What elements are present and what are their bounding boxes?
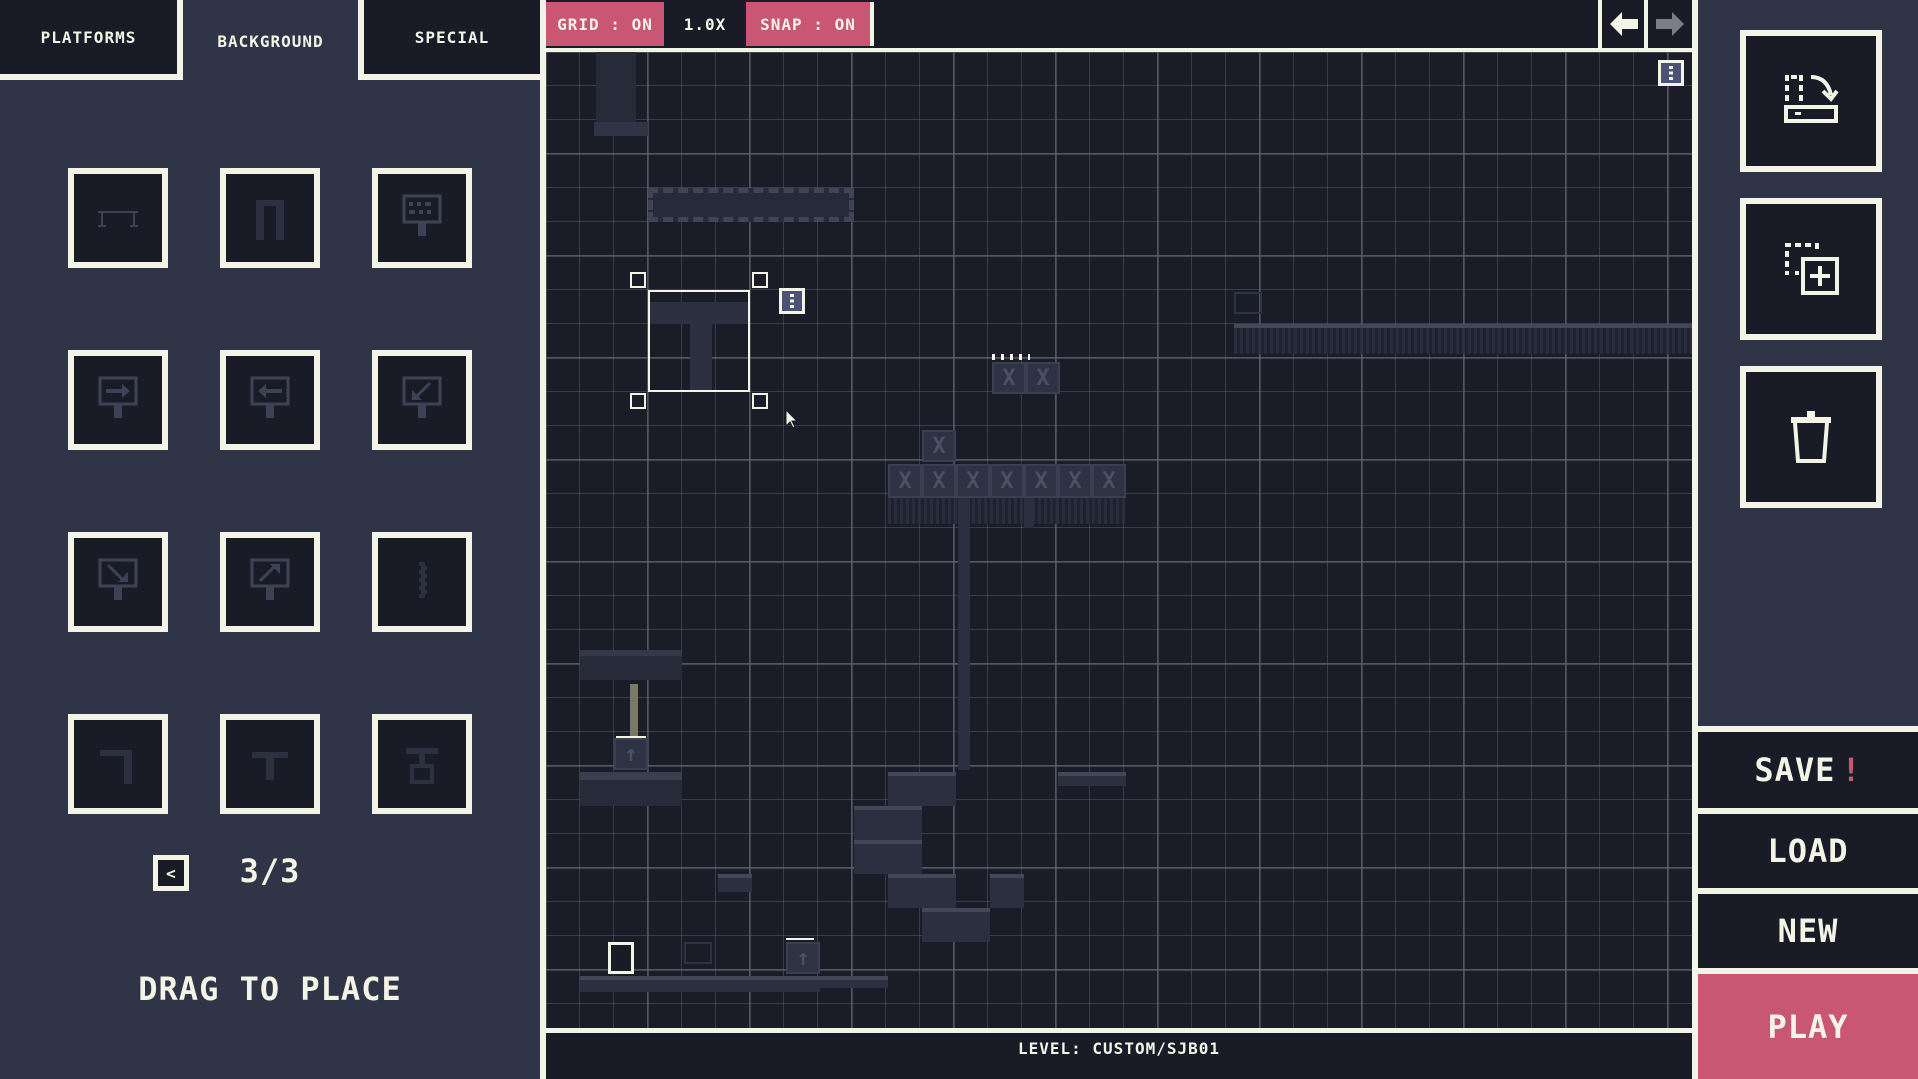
palette-item-railing[interactable] (68, 168, 168, 268)
chain-post[interactable] (958, 498, 970, 770)
sign-arrow-down-right-icon (98, 558, 138, 600)
resize-handle-bottom-right[interactable] (752, 393, 768, 409)
palette-item-sign-arrow-down-right[interactable] (68, 532, 168, 632)
unsaved-indicator: ! (1841, 751, 1862, 789)
tab-platforms[interactable]: PLATFORMS (0, 0, 183, 80)
palette-item-sign-arrow-left[interactable] (220, 350, 320, 450)
palette-item-chain-vertical[interactable] (372, 532, 472, 632)
save-button[interactable]: SAVE! (1698, 726, 1918, 808)
chain-arch-icon (256, 200, 284, 240)
spring-block[interactable]: ↑ (614, 738, 648, 770)
undo-button[interactable] (1598, 0, 1646, 48)
duplicate-button[interactable] (1740, 198, 1882, 340)
sign-arrow-right[interactable] (684, 942, 712, 964)
chain-tee-sprite (650, 302, 748, 390)
canvas-menu-button[interactable] (1658, 60, 1684, 86)
page-prev-button[interactable]: < (153, 855, 189, 891)
ground-floor-thin[interactable] (820, 976, 888, 988)
crate-row[interactable]: XXXXXXX (888, 464, 1126, 498)
sign-arrow-down-left-icon (402, 376, 442, 418)
tab-special[interactable]: SPECIAL (358, 0, 540, 80)
palette-item-chain-lock[interactable] (372, 714, 472, 814)
grid-toggle-button[interactable]: GRID : ON (546, 2, 664, 46)
resize-handle-top-left[interactable] (630, 272, 646, 288)
vertical-dots-icon (1669, 66, 1673, 80)
palette-item-chain-tee[interactable] (220, 714, 320, 814)
ground-floor[interactable] (580, 976, 820, 992)
tab-background[interactable]: BACKGROUND (183, 0, 358, 82)
chain-lock-icon (406, 748, 438, 784)
vertical-dots-icon (790, 294, 794, 308)
palette-item-chain-arch[interactable] (220, 168, 320, 268)
chain-post[interactable] (1024, 498, 1034, 528)
chain-beam[interactable] (648, 188, 854, 222)
sign-arrow-left-icon (250, 376, 290, 418)
editor-toolbar: GRID : ON 1.0X SNAP : ON (546, 0, 1692, 48)
play-button[interactable]: PLAY (1698, 968, 1918, 1079)
sign-arrow-right-icon (98, 376, 138, 418)
level-name: LEVEL: CUSTOM/SJB01 (1017, 1039, 1221, 1058)
crate[interactable]: X (992, 362, 1026, 394)
chain-tee-icon (252, 752, 288, 780)
ledge-right-drip (1234, 328, 1692, 354)
chain-corner-icon (100, 750, 132, 784)
stair-block[interactable] (888, 874, 956, 908)
zoom-level-button[interactable]: 1.0X (666, 2, 744, 46)
player-spawn[interactable] (608, 942, 634, 974)
selection-menu-button[interactable] (779, 288, 805, 314)
chain-vertical-icon (419, 562, 427, 598)
palette-item-sign-arrow-down-left[interactable] (372, 350, 472, 450)
piston-rod[interactable] (630, 684, 638, 736)
duplicate-icon (1785, 243, 1839, 295)
palette-item-sign-arrow-right[interactable] (68, 350, 168, 450)
floating-tile[interactable] (718, 874, 752, 892)
redo-button[interactable] (1644, 0, 1692, 48)
short-post[interactable] (990, 874, 1024, 908)
stair-block[interactable] (888, 772, 956, 806)
mouse-cursor (786, 410, 798, 428)
palette-item-notice-sign[interactable] (372, 168, 472, 268)
spring-block[interactable]: ↑ (786, 942, 820, 974)
stair-block[interactable] (854, 806, 922, 840)
arrow-right-icon (1656, 12, 1684, 36)
page-indicator: 3/3 (239, 852, 301, 890)
arrow-left-icon (1610, 12, 1638, 36)
palette-item-chain-corner[interactable] (68, 714, 168, 814)
delete-button[interactable] (1740, 366, 1882, 508)
selected-chain-tee[interactable] (648, 290, 750, 392)
pillar[interactable] (596, 52, 636, 132)
load-button[interactable]: LOAD (1698, 808, 1918, 888)
stair-block[interactable] (854, 840, 922, 874)
tools-panel: SAVE! LOAD NEW PLAY (1698, 0, 1918, 1079)
drag-hint: DRAG TO PLACE (138, 970, 402, 1008)
railing-icon (98, 211, 138, 227)
notice-sign-icon (402, 194, 442, 236)
notice-sign[interactable] (1234, 292, 1262, 314)
snap-toggle-button[interactable]: SNAP : ON (746, 2, 874, 46)
trash-icon (1791, 411, 1831, 463)
palette-panel: PLATFORMS BACKGROUND SPECIAL < 3/3 DRAG … (0, 0, 540, 1079)
piston-head (786, 938, 814, 940)
palette-item-sign-arrow-up-right[interactable] (220, 532, 320, 632)
import-icon (1784, 75, 1839, 123)
import-button[interactable] (1740, 30, 1882, 172)
save-label: SAVE (1754, 751, 1836, 789)
ledge-small[interactable] (1058, 772, 1126, 786)
level-name-status: LEVEL: CUSTOM/SJB01 (546, 1033, 1692, 1079)
crate[interactable]: X (922, 430, 956, 462)
pillar-base[interactable] (594, 122, 648, 136)
sign-arrow-up-right-icon (250, 558, 290, 600)
resize-handle-bottom-left[interactable] (630, 393, 646, 409)
railing-platform[interactable] (580, 650, 682, 680)
new-button[interactable]: NEW (1698, 888, 1918, 968)
railing-platform[interactable] (580, 772, 682, 806)
spikes[interactable] (992, 354, 1030, 360)
crate[interactable]: X (1026, 362, 1060, 394)
crate-row-drip (888, 498, 1126, 524)
level-canvas[interactable]: X X X XXXXXXX ↑ ↑ (546, 52, 1692, 1028)
stair-block[interactable] (922, 908, 990, 942)
resize-handle-top-right[interactable] (752, 272, 768, 288)
